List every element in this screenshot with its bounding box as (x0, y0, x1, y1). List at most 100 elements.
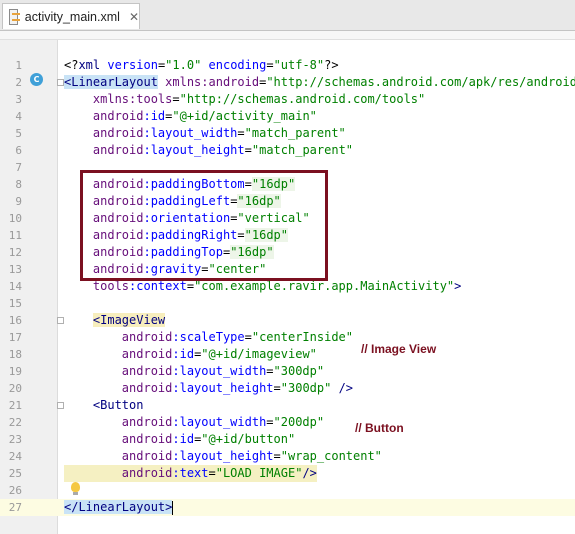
code-token: :id (143, 109, 166, 123)
code-line[interactable]: 4 android:id="@+id/activity_main" (0, 108, 575, 125)
code-token: "LOAD IMAGE" (215, 466, 303, 480)
line-number: 24 (8, 450, 22, 463)
code-token: <? (64, 58, 79, 72)
code-text[interactable]: android:layout_height="match_parent" (64, 142, 353, 159)
code-token: = (266, 58, 274, 72)
code-token: = (266, 415, 274, 429)
fold-toggle-icon[interactable] (57, 317, 64, 324)
line-number: 7 (15, 161, 22, 174)
code-token: "http://schemas.android.com/apk/res/andr… (266, 75, 575, 89)
tab-label: activity_main.xml (24, 9, 120, 24)
code-line[interactable]: 21 <Button (0, 397, 575, 414)
code-token: android (64, 143, 144, 157)
code-token: android (64, 109, 144, 123)
code-token: xmlns:android (157, 75, 260, 89)
code-token: android (64, 466, 173, 480)
code-token: :layout_height (143, 143, 245, 157)
code-token: "wrap_content" (280, 449, 382, 463)
code-text[interactable]: android:layout_width="200dp" (64, 414, 324, 431)
code-line[interactable]: 23 android:id="@+id/button" (0, 431, 575, 448)
code-token: tools (64, 279, 130, 293)
lightbulb-icon[interactable] (71, 482, 80, 495)
code-token: android (64, 330, 173, 344)
code-token: = (186, 279, 195, 293)
code-line[interactable]: 25 android:text="LOAD IMAGE"/> (0, 465, 575, 482)
code-token: = (244, 143, 252, 157)
code-line[interactable]: 22 android:layout_width="200dp" (0, 414, 575, 431)
code-line[interactable]: 24 android:layout_height="wrap_content" (0, 448, 575, 465)
code-token: :layout_height (172, 449, 274, 463)
code-token: version (100, 58, 158, 72)
code-token: :text (172, 466, 209, 480)
code-token: "1.0" (165, 58, 202, 72)
code-text[interactable]: <ImageView (64, 312, 166, 329)
code-token: > (454, 279, 462, 293)
line-number: 6 (15, 144, 22, 157)
code-line[interactable]: 26 (0, 482, 575, 499)
code-line[interactable]: 19 android:layout_width="300dp" (0, 363, 575, 380)
code-token: "http://schemas.android.com/tools" (179, 92, 426, 106)
fold-toggle-icon[interactable] (57, 79, 64, 86)
annotation-button: // Button (355, 421, 404, 435)
code-text[interactable]: xmlns:tools="http://schemas.android.com/… (64, 91, 425, 108)
code-line[interactable]: 1 <?xml version="1.0" encoding="utf-8"?> (0, 57, 575, 74)
code-text[interactable]: android:text="LOAD IMAGE"/> (64, 465, 317, 482)
code-text[interactable]: android:layout_height="wrap_content" (64, 448, 382, 465)
breadcrumb-strip (0, 31, 575, 40)
line-number: 25 (8, 467, 22, 480)
code-text[interactable]: </LinearLayout> (64, 499, 174, 516)
code-line[interactable]: 17 android:scaleType="centerInside" (0, 329, 575, 346)
code-token: = (172, 92, 180, 106)
xml-file-icon (9, 8, 20, 25)
code-line[interactable]: 3 xmlns:tools="http://schemas.android.co… (0, 91, 575, 108)
code-text[interactable]: <LinearLayout xmlns:android="http://sche… (64, 74, 575, 91)
code-token: = (237, 126, 245, 140)
code-line[interactable]: 15 (0, 295, 575, 312)
code-line[interactable]: 18 android:id="@+id/imageview" (0, 346, 575, 363)
line-number: 15 (8, 297, 22, 310)
code-token: :scaleType (172, 330, 245, 344)
code-token: "@+id/activity_main" (172, 109, 317, 123)
text-cursor (172, 500, 174, 515)
tab-activity-main[interactable]: activity_main.xml ✕ (2, 3, 140, 29)
code-token: android (64, 432, 173, 446)
code-text[interactable]: android:id="@+id/button" (64, 431, 295, 448)
code-line[interactable]: 6 android:layout_height="match_parent" (0, 142, 575, 159)
highlight-box (80, 170, 328, 281)
code-text[interactable]: <?xml version="1.0" encoding="utf-8"?> (64, 57, 339, 74)
code-token: "utf-8" (273, 58, 325, 72)
code-token: /> (331, 381, 354, 395)
code-token: <LinearLayout (64, 75, 158, 89)
code-token: "centerInside" (251, 330, 354, 344)
annotation-image-view: // Image View (361, 342, 437, 356)
line-number: 8 (15, 178, 22, 191)
code-line[interactable]: 16 <ImageView (0, 312, 575, 329)
code-text[interactable]: android:layout_width="match_parent" (64, 125, 346, 142)
code-text[interactable]: android:layout_width="300dp" (64, 363, 324, 380)
code-token: android (64, 126, 144, 140)
code-text[interactable]: <Button (64, 397, 144, 414)
code-text[interactable]: android:scaleType="centerInside" (64, 329, 353, 346)
code-text[interactable]: android:layout_height="300dp" /> (64, 380, 353, 397)
fold-toggle-icon[interactable] (57, 402, 64, 409)
code-text[interactable]: android:id="@+id/imageview" (64, 346, 317, 363)
code-token: :id (172, 347, 195, 361)
line-number: 14 (8, 280, 22, 293)
code-editor[interactable]: 1 <?xml version="1.0" encoding="utf-8"?> 2… (0, 40, 575, 534)
code-token: = (266, 364, 274, 378)
line-number: 22 (8, 416, 22, 429)
code-line[interactable]: 27 </LinearLayout> (0, 499, 575, 516)
class-marker-icon[interactable]: C (30, 73, 43, 86)
code-token: "match_parent" (244, 126, 346, 140)
code-token: android (64, 381, 173, 395)
code-line[interactable]: 5 android:layout_width="match_parent" (0, 125, 575, 142)
line-number: 19 (8, 365, 22, 378)
code-line[interactable]: 20 android:layout_height="300dp" /> (0, 380, 575, 397)
line-number: 10 (8, 212, 22, 225)
close-icon[interactable]: ✕ (129, 10, 139, 24)
code-line[interactable]: 2 <LinearLayout xmlns:android="http://sch… (0, 74, 575, 91)
code-text[interactable]: android:id="@+id/activity_main" (64, 108, 317, 125)
code-token: android (64, 449, 173, 463)
line-number: 9 (15, 195, 22, 208)
code-token: "match_parent" (251, 143, 354, 157)
